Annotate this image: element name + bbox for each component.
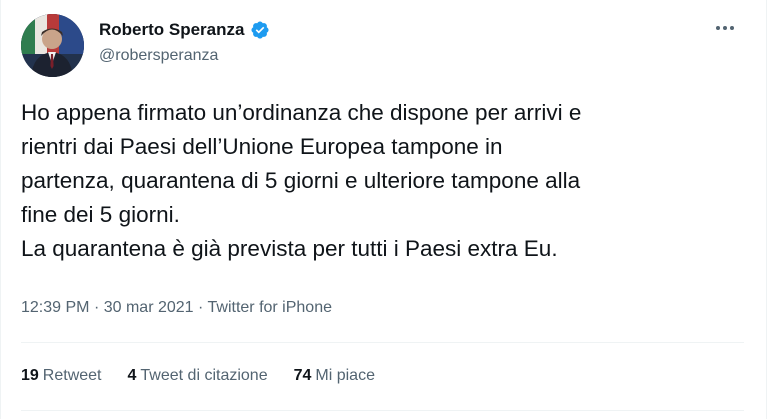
retweets-stat[interactable]: 19 Retweet — [21, 367, 102, 385]
more-dot — [730, 26, 734, 30]
retweets-count: 19 — [21, 367, 39, 384]
retweets-label: Retweet — [42, 367, 102, 384]
quotes-stat[interactable]: 4 Tweet di citazione — [128, 367, 268, 385]
avatar[interactable] — [21, 14, 84, 77]
tweet-source-link[interactable]: Twitter for iPhone — [208, 299, 333, 316]
tweet-stats: 19 Retweet 4 Tweet di citazione 74 Mi piace — [21, 367, 375, 385]
avatar-photo — [21, 14, 84, 77]
quotes-count: 4 — [127, 367, 137, 384]
more-horizontal-icon[interactable] — [710, 18, 740, 38]
likes-stat[interactable]: 74 Mi piace — [294, 367, 375, 385]
tweet-meta: 12:39 PM · 30 mar 2021 · Twitter for iPh… — [21, 299, 332, 317]
likes-count: 74 — [293, 367, 312, 384]
author-handle[interactable]: @robersperanza — [99, 47, 218, 65]
tweet-card: Roberto Speranza @robersperanza Ho appen… — [0, 0, 767, 419]
likes-label: Mi piace — [315, 367, 375, 384]
verified-badge-icon — [250, 20, 270, 40]
meta-separator: · — [93, 299, 100, 316]
divider — [21, 342, 744, 343]
author-name-row: Roberto Speranza — [99, 20, 270, 40]
quotes-label: Tweet di citazione — [140, 367, 268, 384]
tweet-date[interactable]: 30 mar 2021 — [104, 299, 194, 316]
tweet-time[interactable]: 12:39 PM — [21, 299, 89, 316]
author-display-name[interactable]: Roberto Speranza — [99, 20, 244, 40]
meta-separator: · — [198, 299, 204, 316]
divider — [21, 410, 744, 411]
more-dot — [723, 26, 727, 30]
tweet-text: Ho appena firmato un’ordinanza che dispo… — [21, 100, 582, 261]
more-dot — [716, 26, 720, 30]
